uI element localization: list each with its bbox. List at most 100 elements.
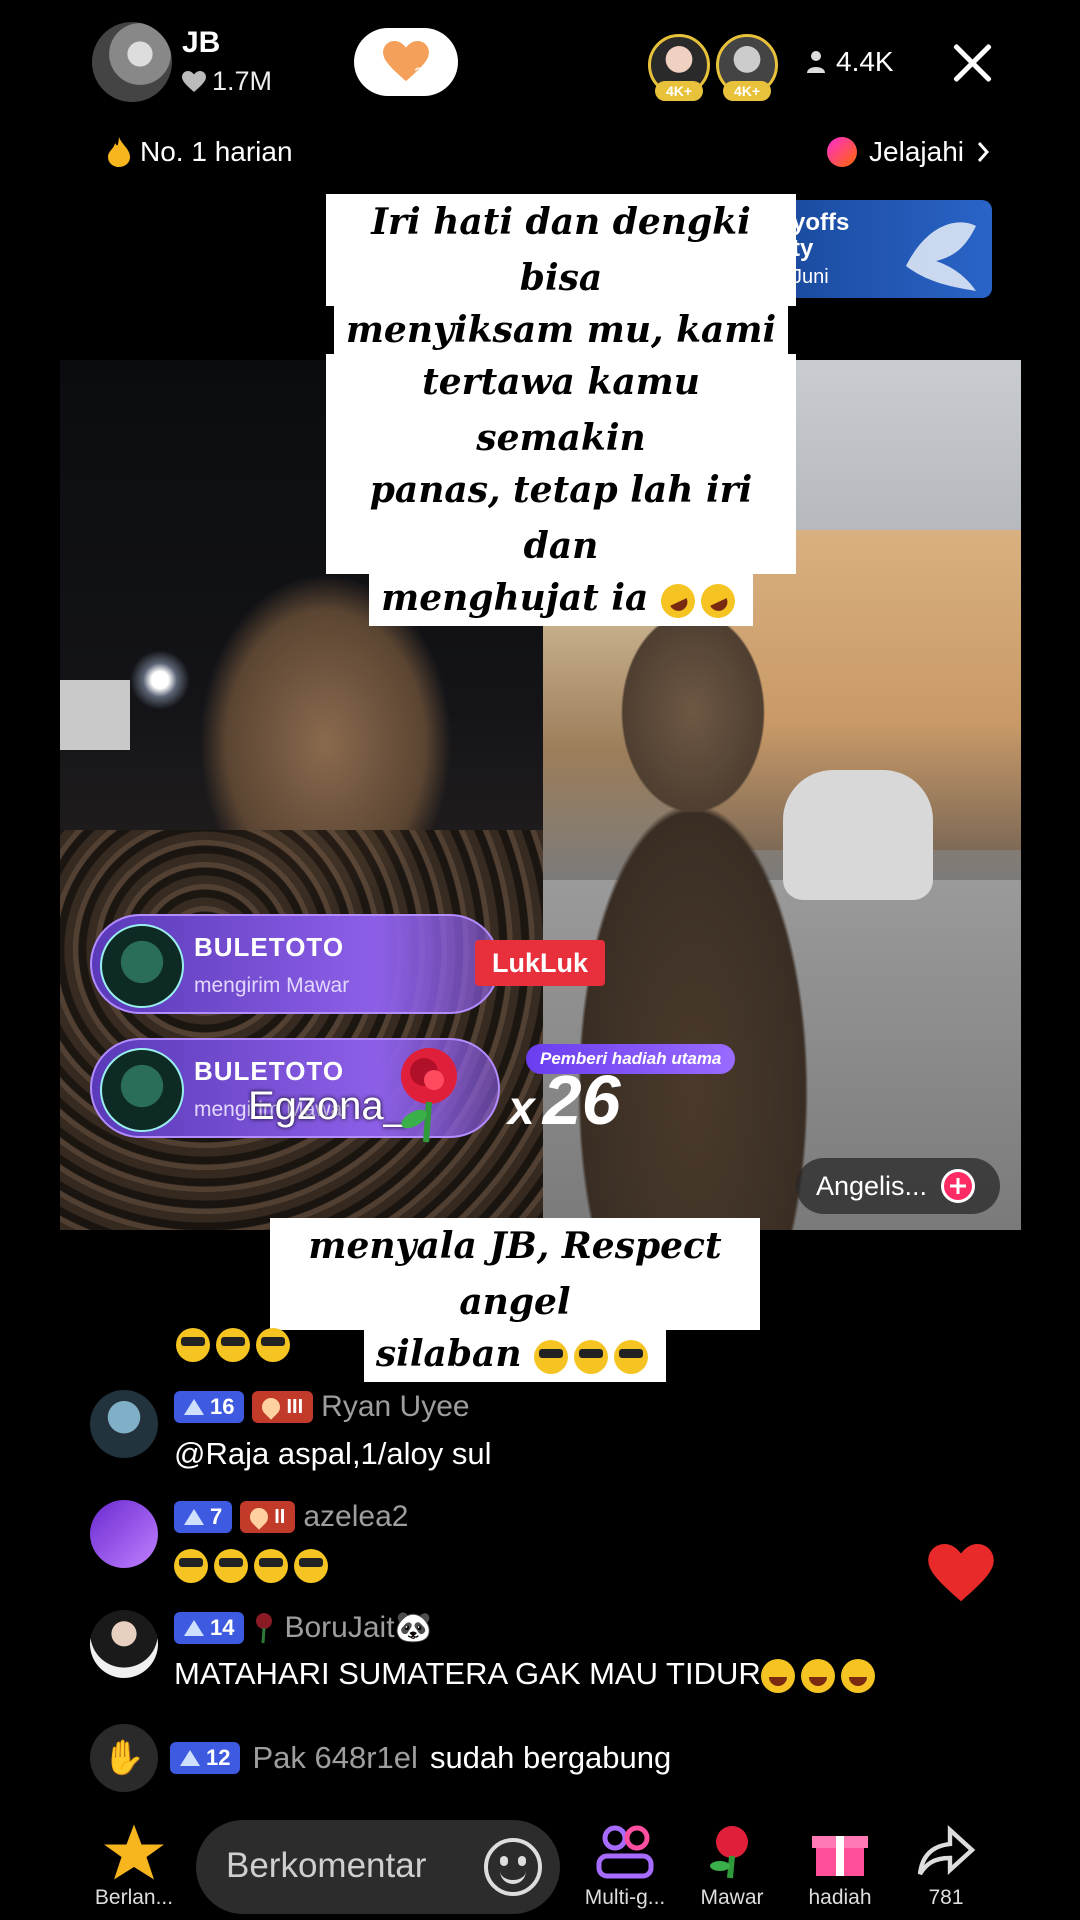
daily-rank[interactable]: No. 1 harian	[108, 136, 293, 168]
promo-banner[interactable]: yoffs ty Juni	[780, 200, 992, 298]
star-icon	[104, 1824, 164, 1880]
level-value: 14	[210, 1614, 235, 1640]
multi-guest-icon	[596, 1825, 654, 1879]
chat-avatar[interactable]	[90, 1610, 158, 1678]
caption-bottom: menyala JB, Respect angel silaban	[270, 1218, 760, 1382]
multi-guest-button[interactable]: Multi-g...	[578, 1824, 672, 1910]
caption-line: menyala JB, Respect angel	[270, 1218, 760, 1330]
cool-emoji-icon	[214, 1548, 248, 1583]
rose-gift-button[interactable]: Mawar	[690, 1824, 774, 1910]
chat-text: MATAHARI SUMATERA GAK MAU TIDUR	[174, 1656, 881, 1693]
chevron-right-icon	[977, 142, 990, 162]
explore-icon	[827, 137, 858, 167]
rose-icon	[256, 1612, 273, 1643]
multi-guest-label: Multi-g...	[584, 1886, 666, 1909]
gift-button[interactable]: hadiah	[798, 1824, 882, 1910]
chat-text-content: MATAHARI SUMATERA GAK MAU TIDUR	[174, 1656, 761, 1691]
shop-sign	[60, 680, 130, 750]
viewer-count-text: 4.4K	[836, 46, 894, 77]
star-button[interactable]: Berlan...	[90, 1824, 178, 1910]
chat-partial-emojis	[176, 1328, 296, 1362]
emoji-picker-icon[interactable]	[484, 1838, 542, 1896]
cool-emoji-icon	[534, 1340, 569, 1374]
chat-username[interactable]: azelea2	[303, 1500, 408, 1534]
level-icon	[184, 1619, 204, 1636]
caption-line: tertawa kamu semakin	[326, 354, 796, 466]
follow-button[interactable]: 2	[354, 28, 458, 96]
gift-combo-count: x 26	[508, 1060, 621, 1140]
chat-username[interactable]: Ryan Uyee	[321, 1390, 469, 1424]
overlay-username: Egzona_	[248, 1084, 406, 1128]
level-value: 12	[206, 1745, 231, 1770]
chat-meta: 16 III Ryan Uyee	[174, 1390, 470, 1424]
like-heart-icon[interactable]	[928, 1544, 994, 1604]
chat-avatar[interactable]	[90, 1500, 158, 1568]
caption-line-text: silaban	[375, 1333, 522, 1375]
street-light	[130, 650, 190, 710]
level-badge: 7	[174, 1501, 233, 1533]
caption-line: menghujat ia	[369, 570, 753, 626]
cool-emoji-icon	[174, 1548, 208, 1583]
gift-box-icon	[812, 1836, 868, 1876]
share-arrow-icon	[917, 1825, 976, 1876]
rose-label: Mawar	[700, 1886, 764, 1909]
caption-line: menyiksam mu, kami	[333, 302, 789, 358]
fan-badge: III	[252, 1391, 314, 1423]
viewer-badge: 4K+	[655, 81, 703, 101]
gift-action: mengirim Mawar	[194, 974, 350, 997]
rose-icon	[401, 1048, 457, 1143]
caption-top: Iri hati dan dengki bisa menyiksam mu, k…	[326, 194, 796, 626]
fan-badge: II	[240, 1501, 296, 1533]
gift-count-prefix: x	[508, 1082, 535, 1135]
cool-emoji-icon	[294, 1548, 328, 1583]
follow-plus-icon[interactable]	[941, 1169, 976, 1203]
cool-emoji-icon	[176, 1328, 210, 1362]
gifter-avatar[interactable]	[100, 1048, 184, 1132]
rank-label: No. 1 harian	[140, 136, 293, 167]
star-label: Berlan...	[94, 1886, 174, 1909]
chat-username[interactable]: BoruJait🐼	[284, 1610, 431, 1645]
fan-level: III	[286, 1395, 304, 1418]
fan-level: II	[274, 1505, 286, 1528]
rose-icon	[710, 1826, 748, 1879]
chat-avatar[interactable]	[90, 1390, 158, 1458]
person-icon	[807, 51, 825, 73]
guest-chip[interactable]: Angelis...	[796, 1158, 1000, 1214]
comment-placeholder: Berkomentar	[226, 1846, 427, 1885]
share-button[interactable]: 781	[906, 1824, 986, 1910]
viewer-badge: 4K+	[723, 81, 771, 101]
top-viewer-avatar[interactable]: 4K+	[648, 34, 710, 101]
host-name[interactable]: JB	[182, 26, 220, 60]
explore-button[interactable]: Jelajahi	[827, 136, 990, 168]
rofl-emoji-icon	[695, 578, 741, 624]
dragon-icon	[906, 222, 976, 291]
join-username[interactable]: Pak 648r1el	[252, 1740, 417, 1776]
share-count: 781	[928, 1886, 964, 1909]
laugh-emoji-icon	[800, 1658, 835, 1693]
level-badge: 12	[170, 1742, 241, 1774]
heart-icon	[182, 70, 206, 92]
top-viewer-avatar[interactable]: 4K+	[716, 34, 778, 101]
cool-emoji-icon	[216, 1328, 250, 1362]
level-icon	[180, 1750, 200, 1766]
caption-line-text: menghujat ia	[381, 577, 649, 619]
level-badge: 16	[174, 1391, 245, 1423]
close-icon[interactable]	[950, 40, 994, 84]
laugh-emoji-icon	[840, 1658, 875, 1693]
viewer-count[interactable]: 4.4K	[806, 46, 894, 78]
gift-label: hadiah	[808, 1886, 872, 1909]
host-likes-count: 1.7M	[212, 66, 273, 96]
fan-heart-icon	[246, 1504, 272, 1530]
cool-emoji-icon	[614, 1340, 649, 1374]
level-value: 16	[210, 1394, 235, 1419]
host-likes: 1.7M	[182, 66, 272, 97]
join-text: sudah bergabung	[429, 1740, 672, 1775]
chat-meta: 7 II azelea2	[174, 1500, 408, 1534]
host-avatar[interactable]	[92, 22, 172, 102]
comment-input[interactable]: Berkomentar	[196, 1820, 560, 1914]
laugh-emoji-icon	[760, 1658, 795, 1693]
gifter-avatar[interactable]	[100, 924, 184, 1008]
fan-heart-icon	[258, 1394, 285, 1420]
chat-text	[174, 1546, 334, 1583]
shirt-pattern	[60, 830, 543, 1230]
